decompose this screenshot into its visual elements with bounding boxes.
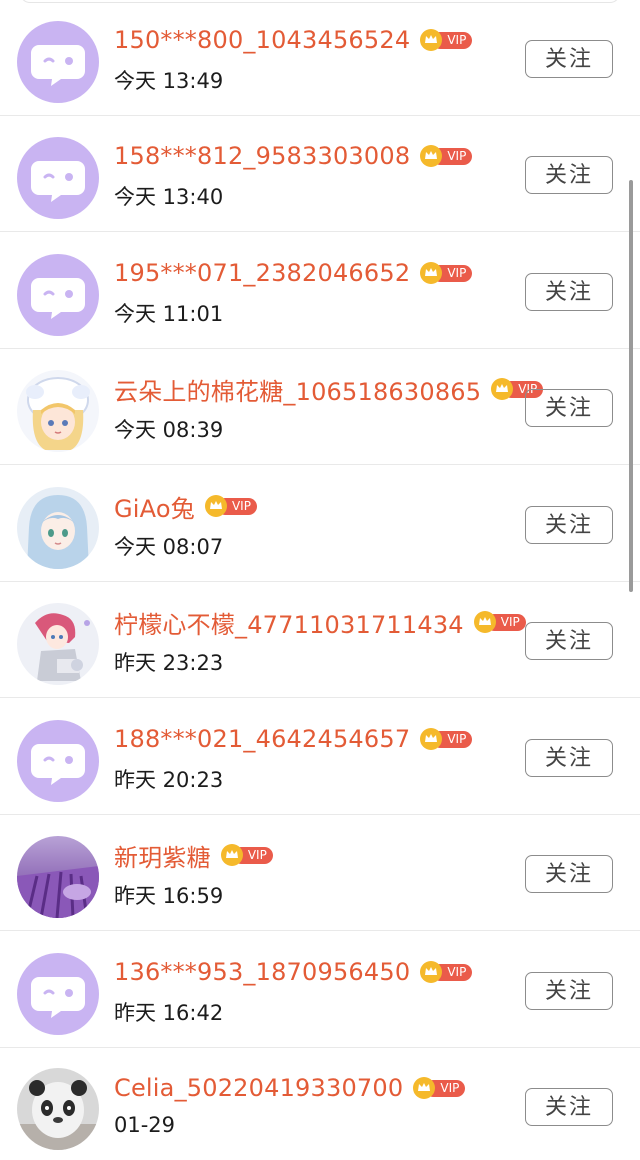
- avatar[interactable]: [17, 720, 99, 802]
- default-chat-bubble-avatar-icon: [17, 720, 99, 802]
- name-line: 150***800_1043456524 VIP: [114, 22, 473, 58]
- username[interactable]: 195***071_2382046652: [114, 259, 410, 287]
- visit-time: 昨天 16:59: [114, 884, 224, 908]
- panda-hat-photo-avatar-icon: [17, 1068, 99, 1150]
- list-item[interactable]: 柠檬心不檬_47711031711434 VIP 昨天 23:23 关注: [0, 582, 640, 698]
- username[interactable]: 136***953_1870956450: [114, 958, 410, 986]
- follow-button[interactable]: 关注: [525, 156, 613, 194]
- visit-time: 今天 11:01: [114, 302, 224, 326]
- name-line: 195***071_2382046652 VIP: [114, 255, 473, 291]
- default-chat-bubble-avatar-icon: [17, 137, 99, 219]
- vip-badge: VIP: [420, 145, 473, 167]
- list-item[interactable]: 158***812_9583303008 VIP 今天 13:40 关注: [0, 116, 640, 232]
- visit-time: 昨天 23:23: [114, 651, 224, 675]
- follow-button[interactable]: 关注: [525, 855, 613, 893]
- vip-badge: VIP: [420, 961, 473, 983]
- visit-time: 01-29: [114, 1113, 176, 1137]
- name-line: 136***953_1870956450 VIP: [114, 954, 473, 990]
- name-line: 新玥紫糖 VIP: [114, 837, 273, 873]
- visit-time: 今天 08:07: [114, 535, 224, 559]
- avatar[interactable]: [17, 953, 99, 1035]
- avatar[interactable]: [17, 254, 99, 336]
- username[interactable]: GiAo兔: [114, 489, 195, 524]
- default-chat-bubble-avatar-icon: [17, 254, 99, 336]
- list-item[interactable]: Celia_50220419330700 VIP 01-29 关注: [0, 1048, 640, 1160]
- follow-button[interactable]: 关注: [525, 1088, 613, 1126]
- crown-icon: [220, 844, 243, 866]
- lavender-field-avatar-icon: [17, 836, 99, 918]
- follow-button[interactable]: 关注: [525, 622, 613, 660]
- username[interactable]: 158***812_9583303008: [114, 142, 410, 170]
- vip-badge: VIP: [420, 262, 473, 284]
- follow-button[interactable]: 关注: [525, 506, 613, 544]
- avatar[interactable]: [17, 603, 99, 685]
- anime-girl-white-hat-avatar-icon: [17, 370, 99, 452]
- name-line: GiAo兔 VIP: [114, 488, 257, 524]
- username[interactable]: 柠檬心不檬_47711031711434: [114, 605, 464, 640]
- name-line: 云朵上的棉花糖_106518630865 VIP: [114, 371, 544, 407]
- crown-icon: [413, 1077, 436, 1099]
- anime-girl-pink-hair-avatar-icon: [17, 603, 99, 685]
- username[interactable]: Celia_50220419330700: [114, 1074, 403, 1102]
- visit-time: 昨天 16:42: [114, 1001, 224, 1025]
- crown-icon: [420, 262, 443, 284]
- avatar[interactable]: [17, 21, 99, 103]
- visit-time: 今天 08:39: [114, 418, 224, 442]
- name-line: 柠檬心不檬_47711031711434 VIP: [114, 604, 526, 640]
- anime-girl-blue-hair-avatar-icon: [17, 487, 99, 569]
- crown-icon: [420, 145, 443, 167]
- avatar[interactable]: [17, 836, 99, 918]
- name-line: 158***812_9583303008 VIP: [114, 138, 473, 174]
- crown-icon: [420, 961, 443, 983]
- follow-button[interactable]: 关注: [525, 40, 613, 78]
- visit-time: 今天 13:49: [114, 69, 224, 93]
- vip-badge: VIP: [420, 29, 473, 51]
- vip-badge: VIP: [420, 728, 473, 750]
- list-item[interactable]: 195***071_2382046652 VIP 今天 11:01 关注: [0, 233, 640, 349]
- avatar[interactable]: [17, 487, 99, 569]
- follow-button[interactable]: 关注: [525, 273, 613, 311]
- list-item[interactable]: 云朵上的棉花糖_106518630865 VIP 今天 08:39 关注: [0, 349, 640, 465]
- visit-time: 今天 13:40: [114, 185, 224, 209]
- crown-icon: [204, 495, 227, 517]
- default-chat-bubble-avatar-icon: [17, 21, 99, 103]
- crown-icon: [491, 378, 514, 400]
- list-item[interactable]: 新玥紫糖 VIP 昨天 16:59 关注: [0, 815, 640, 931]
- list-item[interactable]: 136***953_1870956450 VIP 昨天 16:42 关注: [0, 932, 640, 1048]
- crown-icon: [420, 29, 443, 51]
- list-item[interactable]: GiAo兔 VIP 今天 08:07 关注: [0, 466, 640, 582]
- username[interactable]: 云朵上的棉花糖_106518630865: [114, 372, 481, 407]
- avatar[interactable]: [17, 370, 99, 452]
- name-line: 188***021_4642454657 VIP: [114, 721, 473, 757]
- list-item[interactable]: 150***800_1043456524 VIP 今天 13:49 关注: [0, 0, 640, 116]
- vip-badge: VIP: [473, 611, 526, 633]
- scrollbar[interactable]: [629, 180, 633, 592]
- list-item[interactable]: 188***021_4642454657 VIP 昨天 20:23 关注: [0, 699, 640, 815]
- avatar[interactable]: [17, 1068, 99, 1150]
- username[interactable]: 150***800_1043456524: [114, 26, 410, 54]
- follow-button[interactable]: 关注: [525, 739, 613, 777]
- follow-button[interactable]: 关注: [525, 389, 613, 427]
- crown-icon: [420, 728, 443, 750]
- avatar[interactable]: [17, 137, 99, 219]
- username[interactable]: 新玥紫糖: [114, 838, 211, 873]
- follow-button[interactable]: 关注: [525, 972, 613, 1010]
- default-chat-bubble-avatar-icon: [17, 953, 99, 1035]
- vip-badge: VIP: [220, 844, 273, 866]
- crown-icon: [473, 611, 496, 633]
- vip-badge: VIP: [413, 1077, 466, 1099]
- username[interactable]: 188***021_4642454657: [114, 725, 410, 753]
- visit-time: 昨天 20:23: [114, 768, 224, 792]
- vip-badge: VIP: [204, 495, 257, 517]
- name-line: Celia_50220419330700 VIP: [114, 1070, 466, 1106]
